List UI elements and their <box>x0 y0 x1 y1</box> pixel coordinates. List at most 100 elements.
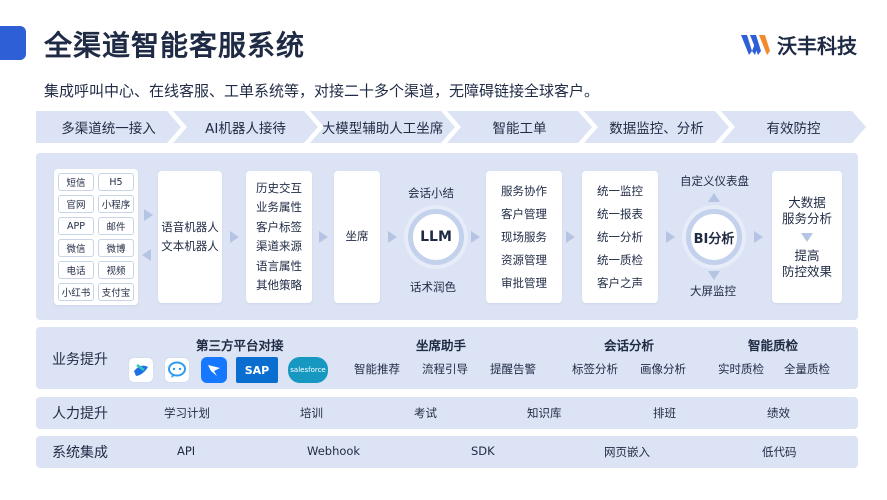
bi-top-label: 自定义仪表盘 <box>680 174 749 188</box>
channel-chip: 官网 <box>58 195 94 213</box>
business-item: 实时质检 <box>718 362 764 376</box>
row-label: 人力提升 <box>52 406 108 422</box>
hr-item: 学习计划 <box>164 406 210 420</box>
channel-chip: 支付宝 <box>98 283 134 301</box>
business-row: 业务提升 第三方平台对接 SAP salesforce 坐席助手 智能推荐 流程… <box>36 327 858 389</box>
hr-item: 考试 <box>414 406 437 420</box>
channel-chip: 微博 <box>98 239 134 257</box>
llm-bottom-label: 话术润色 <box>410 280 456 294</box>
row-label: 系统集成 <box>52 445 108 461</box>
channel-chip: 短信 <box>58 173 94 191</box>
attribute-item: 渠道来源 <box>256 239 302 253</box>
hr-item: 知识库 <box>527 406 562 420</box>
ticket-item: 服务协作 <box>501 183 547 198</box>
channel-chip: H5 <box>98 173 134 191</box>
business-item: 画像分析 <box>640 362 686 376</box>
business-item: 流程引导 <box>422 362 468 376</box>
logo-text: 沃丰科技 <box>777 34 857 58</box>
arrow-up-icon <box>708 193 720 202</box>
arrow-right-icon <box>754 231 763 243</box>
arrow-down-icon <box>801 232 813 242</box>
robot-item: 文本机器人 <box>161 239 219 253</box>
robot-item: 语音机器人 <box>161 219 219 234</box>
seat-card: 坐席 <box>334 171 380 303</box>
stage-4: 智能工单 <box>447 111 592 143</box>
attribute-item: 语言属性 <box>256 258 302 273</box>
business-item: 标签分析 <box>572 362 618 376</box>
attribute-item: 客户标签 <box>256 219 302 234</box>
channel-chip: 邮件 <box>98 217 134 235</box>
row-label: 业务提升 <box>52 352 108 368</box>
business-group-title: 智能质检 <box>748 338 799 353</box>
channels-card: 短信 H5 官网 小程序 APP 邮件 微信 微博 电话 视频 小红书 支付宝 <box>54 169 138 305</box>
tickets-card: 服务协作 客户管理 现场服务 资源管理 审批管理 <box>486 171 562 303</box>
robots-card: 语音机器人 文本机器人 <box>158 171 222 303</box>
arrow-right-icon <box>319 231 328 243</box>
integration-item: 网页嵌入 <box>604 445 650 459</box>
bi-bottom-label: 大屏监控 <box>690 284 736 298</box>
wofeng-logo-icon <box>741 34 770 55</box>
prevention-bottom: 提高 防控效果 <box>781 247 832 279</box>
page-subtitle: 集成呼叫中心、在线客服、工单系统等，对接二十多个渠道，无障碍链接全球客户。 <box>44 82 600 100</box>
channel-chip: 微信 <box>58 239 94 257</box>
integration-item: Webhook <box>307 444 361 458</box>
arrow-right-icon <box>388 231 397 243</box>
llm-top-label: 会话小结 <box>408 186 454 200</box>
monitor-item: 统一质检 <box>597 252 643 267</box>
business-item: 全量质检 <box>784 362 830 376</box>
stage-3: 大模型辅助人工坐席 <box>310 111 455 143</box>
ticket-item: 现场服务 <box>501 229 547 244</box>
ticket-item: 审批管理 <box>501 275 547 290</box>
salesforce-logo: salesforce <box>288 357 328 383</box>
prevention-card: 大数据 服务分析 提高 防控效果 <box>772 171 842 303</box>
page-title: 全渠道智能客服系统 <box>44 29 306 62</box>
integration-item: API <box>177 444 196 458</box>
integration-row: 系统集成 API Webhook SDK 网页嵌入 低代码 <box>36 436 858 468</box>
seat-label: 坐席 <box>345 229 369 244</box>
integration-item: SDK <box>471 444 495 458</box>
bi-node: BI分析 <box>686 209 742 265</box>
sap-logo: SAP <box>236 357 278 383</box>
arrow-left-icon <box>142 249 151 261</box>
prevention-top: 大数据 服务分析 <box>781 194 832 226</box>
attribute-item: 业务属性 <box>256 200 302 214</box>
title-accent-bar <box>0 26 26 60</box>
business-item: 提醒告警 <box>490 362 536 376</box>
monitor-item: 统一监控 <box>597 183 643 198</box>
business-group-title: 第三方平台对接 <box>196 338 284 353</box>
business-item: 智能推荐 <box>354 362 400 376</box>
company-logo: 沃丰科技 <box>741 30 857 59</box>
business-group-title: 坐席助手 <box>416 338 467 353</box>
monitor-item: 客户之声 <box>597 275 643 290</box>
llm-node: LLM <box>408 209 464 265</box>
arrow-right-icon <box>471 231 480 243</box>
dingtalk-chat-icon <box>164 357 190 383</box>
attributes-card: 历史交互 业务属性 客户标签 渠道来源 语言属性 其他策略 <box>246 171 312 303</box>
stage-ribbon: 多渠道统一接入 AI机器人接待 大模型辅助人工坐席 智能工单 数据监控、分析 有… <box>36 111 858 143</box>
stage-5: 数据监控、分析 <box>584 111 729 143</box>
ticket-item: 资源管理 <box>501 252 547 267</box>
arrow-right-icon <box>666 231 675 243</box>
stage-1: 多渠道统一接入 <box>36 111 181 143</box>
integration-item: 低代码 <box>762 445 797 459</box>
channel-chip: 小程序 <box>98 195 134 213</box>
channel-chip: APP <box>58 217 94 235</box>
hr-item: 绩效 <box>767 406 790 420</box>
flow-panel: 短信 H5 官网 小程序 APP 邮件 微信 微博 电话 视频 小红书 支付宝 … <box>36 153 858 320</box>
business-group-title: 会话分析 <box>604 338 655 353</box>
arrow-down-icon <box>708 271 720 280</box>
hr-row: 人力提升 学习计划 培训 考试 知识库 排班 绩效 <box>36 397 858 429</box>
stage-6: 有效防控 <box>721 111 866 143</box>
feishu-icon <box>128 357 154 383</box>
stage-2: AI机器人接待 <box>173 111 318 143</box>
arrow-right-icon <box>566 231 575 243</box>
ticket-item: 客户管理 <box>501 206 547 221</box>
arrow-right-icon <box>230 231 239 243</box>
hr-item: 排班 <box>653 406 676 420</box>
attribute-item: 其他策略 <box>256 278 302 292</box>
monitor-item: 统一分析 <box>597 229 643 244</box>
monitor-card: 统一监控 统一报表 统一分析 统一质检 客户之声 <box>582 171 658 303</box>
channel-chip: 小红书 <box>58 283 94 301</box>
monitor-item: 统一报表 <box>597 206 643 221</box>
channel-chip: 视频 <box>98 261 134 279</box>
